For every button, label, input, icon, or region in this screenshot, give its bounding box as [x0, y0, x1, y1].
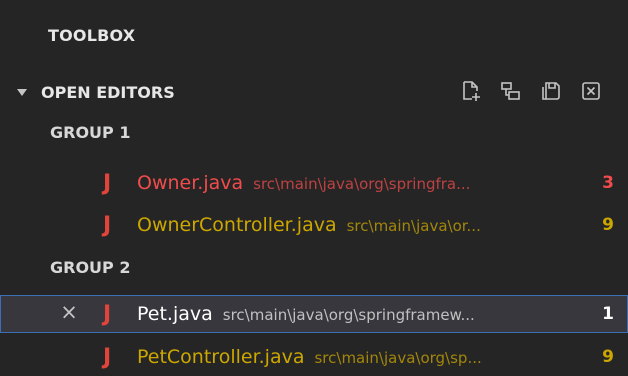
new-untitled-file-icon[interactable]	[459, 79, 483, 103]
java-file-icon: J	[103, 301, 112, 327]
group-1-label[interactable]: GROUP 1	[50, 123, 130, 142]
problem-count-badge: 9	[602, 347, 614, 367]
chevron-down-icon[interactable]	[17, 88, 27, 96]
file-path: src\main\java\org\springframew...	[222, 306, 475, 324]
file-path: src\main\java\org\sp...	[314, 349, 482, 367]
panel-header: TOOLBOX	[0, 0, 628, 70]
open-editor-item-pet[interactable]: × J Pet.java src\main\java\org\springfra…	[0, 295, 628, 333]
toggle-vertical-layout-icon[interactable]	[499, 79, 523, 103]
file-path: src\main\java\or...	[346, 217, 481, 235]
file-label: OwnerController.java src\main\java\or...	[137, 214, 481, 236]
file-label: Pet.java src\main\java\org\springframew.…	[137, 303, 475, 325]
section-actions	[459, 79, 603, 103]
java-file-icon: J	[103, 170, 112, 196]
open-editor-item-owner[interactable]: J Owner.java src\main\java\org\springfra…	[0, 164, 628, 202]
toolbox-panel: TOOLBOX OPEN EDITORS GROUP 1 J Owner.jav…	[0, 0, 628, 370]
problem-count-badge: 3	[602, 173, 614, 193]
group-2-label[interactable]: GROUP 2	[50, 258, 130, 277]
panel-title: TOOLBOX	[48, 25, 136, 45]
close-icon[interactable]: ×	[60, 302, 78, 323]
problem-count-badge: 9	[602, 215, 614, 235]
open-editors-header[interactable]: OPEN EDITORS	[0, 73, 628, 111]
file-name: Owner.java	[137, 172, 244, 194]
file-path: src\main\java\org\springfra...	[253, 175, 471, 193]
section-title: OPEN EDITORS	[41, 82, 175, 102]
file-name: Pet.java	[137, 303, 213, 325]
save-all-icon[interactable]	[539, 79, 563, 103]
java-file-icon: J	[103, 344, 112, 370]
java-file-icon: J	[103, 212, 112, 238]
problem-count-badge: 1	[602, 304, 614, 324]
open-editor-item-pet-controller[interactable]: J PetController.java src\main\java\org\s…	[0, 338, 628, 376]
file-label: Owner.java src\main\java\org\springfra..…	[137, 172, 470, 194]
file-name: OwnerController.java	[137, 214, 337, 236]
open-editor-item-owner-controller[interactable]: J OwnerController.java src\main\java\or.…	[0, 206, 628, 244]
close-all-icon[interactable]	[579, 79, 603, 103]
